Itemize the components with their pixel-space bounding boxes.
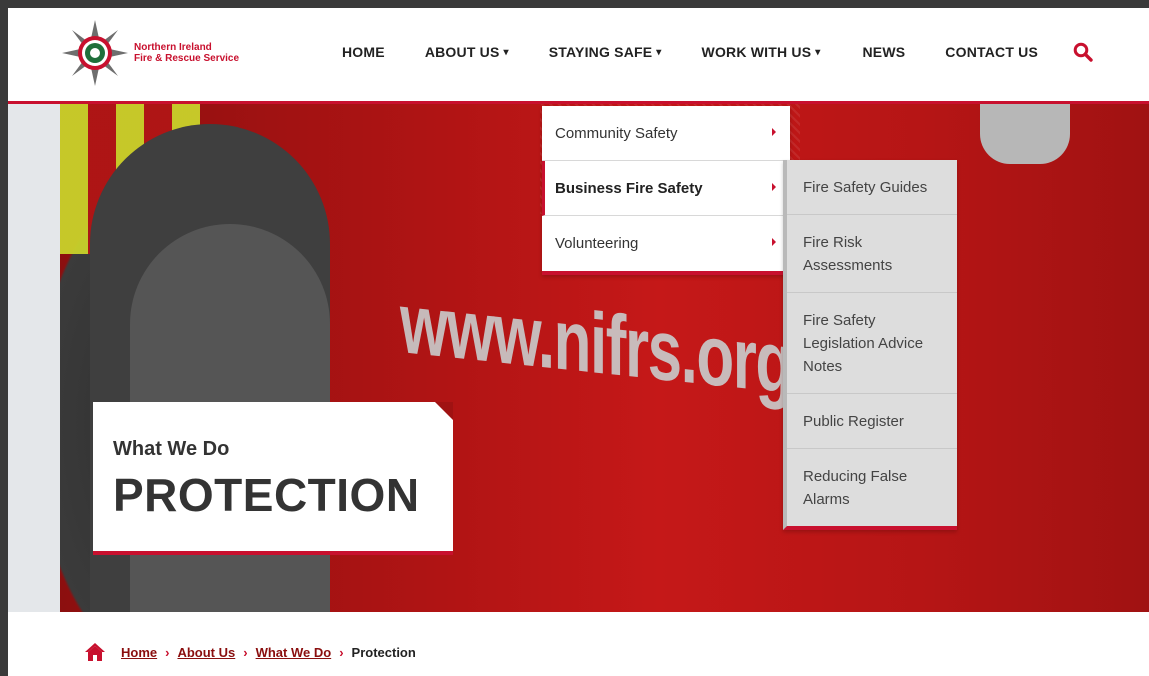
breadcrumb-home[interactable]: Home <box>121 645 157 660</box>
dropdown-item-community-safety[interactable]: Community Safety <box>542 106 790 161</box>
breadcrumb-separator-icon: › <box>243 644 248 660</box>
fire-service-badge-icon <box>62 20 128 86</box>
nav-about-us[interactable]: ABOUT US ▾ <box>425 44 509 60</box>
breadcrumb-about-us[interactable]: About Us <box>177 645 235 660</box>
search-icon <box>1073 42 1093 62</box>
hero-url-text: www.nifrs.org <box>400 275 792 413</box>
chevron-down-icon: ▾ <box>815 46 821 58</box>
chevron-right-icon <box>772 183 776 191</box>
nav-work-with-us[interactable]: WORK WITH US ▾ <box>702 44 821 60</box>
brand-name-line2: Fire & Rescue Service <box>134 53 240 64</box>
nav-contact-us[interactable]: CONTACT US <box>945 44 1038 60</box>
dropdown-item-volunteering[interactable]: Volunteering <box>542 216 790 271</box>
breadcrumb-current: Protection <box>351 644 416 660</box>
chevron-down-icon: ▾ <box>656 46 662 58</box>
main-nav: HOME ABOUT US ▾ STAYING SAFE ▾ WORK WITH… <box>342 41 1094 63</box>
title-card-notch <box>435 402 453 420</box>
site-header: Northern Ireland Fire & Rescue Service H… <box>8 8 1149 104</box>
nav-news-label: NEWS <box>862 44 906 60</box>
submenu-item-fire-safety-guides[interactable]: Fire Safety Guides <box>787 160 957 215</box>
dropdown-item-label: Business Fire Safety <box>555 179 703 197</box>
dropdown-item-label: Community Safety <box>555 124 678 142</box>
hero-lamp <box>980 104 1070 164</box>
brand-name-line1: Northern Ireland <box>134 42 212 53</box>
nav-staying-safe[interactable]: STAYING SAFE ▾ <box>549 44 662 60</box>
breadcrumb: Home › About Us › What We Do › Protectio… <box>84 642 416 662</box>
business-fire-safety-submenu: Fire Safety Guides Fire Risk Assessments… <box>783 160 957 530</box>
search-button[interactable] <box>1072 41 1094 63</box>
site-logo[interactable]: Northern Ireland Fire & Rescue Service <box>60 18 240 88</box>
staying-safe-dropdown: Community Safety Business Fire Safety Vo… <box>542 106 790 275</box>
submenu-item-legislation-advice-notes[interactable]: Fire Safety Legislation Advice Notes <box>787 293 957 394</box>
page-subtitle: What We Do <box>113 438 230 460</box>
submenu-item-public-register[interactable]: Public Register <box>787 394 957 449</box>
breadcrumb-what-we-do[interactable]: What We Do <box>256 645 332 660</box>
nav-home[interactable]: HOME <box>342 44 385 60</box>
dropdown-item-label: Volunteering <box>555 235 639 252</box>
page-title-card: What We Do PROTECTION <box>93 402 453 555</box>
browser-viewport: Northern Ireland Fire & Rescue Service H… <box>8 8 1149 676</box>
submenu-item-fire-risk-assessments[interactable]: Fire Risk Assessments <box>787 215 957 293</box>
chevron-right-icon <box>772 238 776 246</box>
nav-home-label: HOME <box>342 44 385 60</box>
nav-contact-us-label: CONTACT US <box>945 44 1039 60</box>
page-title: PROTECTION <box>113 469 420 521</box>
nav-work-with-us-label: WORK WITH US <box>701 44 812 60</box>
nav-about-us-label: ABOUT US <box>424 44 500 60</box>
brand-name: Northern Ireland Fire & Rescue Service <box>134 42 239 64</box>
hero-side-panel <box>8 104 60 612</box>
nav-news[interactable]: NEWS <box>862 44 905 60</box>
chevron-down-icon: ▾ <box>503 46 509 58</box>
chevron-right-icon <box>772 128 776 136</box>
breadcrumb-separator-icon: › <box>339 644 344 660</box>
dropdown-item-business-fire-safety[interactable]: Business Fire Safety <box>542 161 790 216</box>
nav-staying-safe-label: STAYING SAFE <box>548 44 653 60</box>
submenu-item-reducing-false-alarms[interactable]: Reducing False Alarms <box>787 449 957 526</box>
home-icon[interactable] <box>84 642 106 662</box>
breadcrumb-separator-icon: › <box>165 644 170 660</box>
